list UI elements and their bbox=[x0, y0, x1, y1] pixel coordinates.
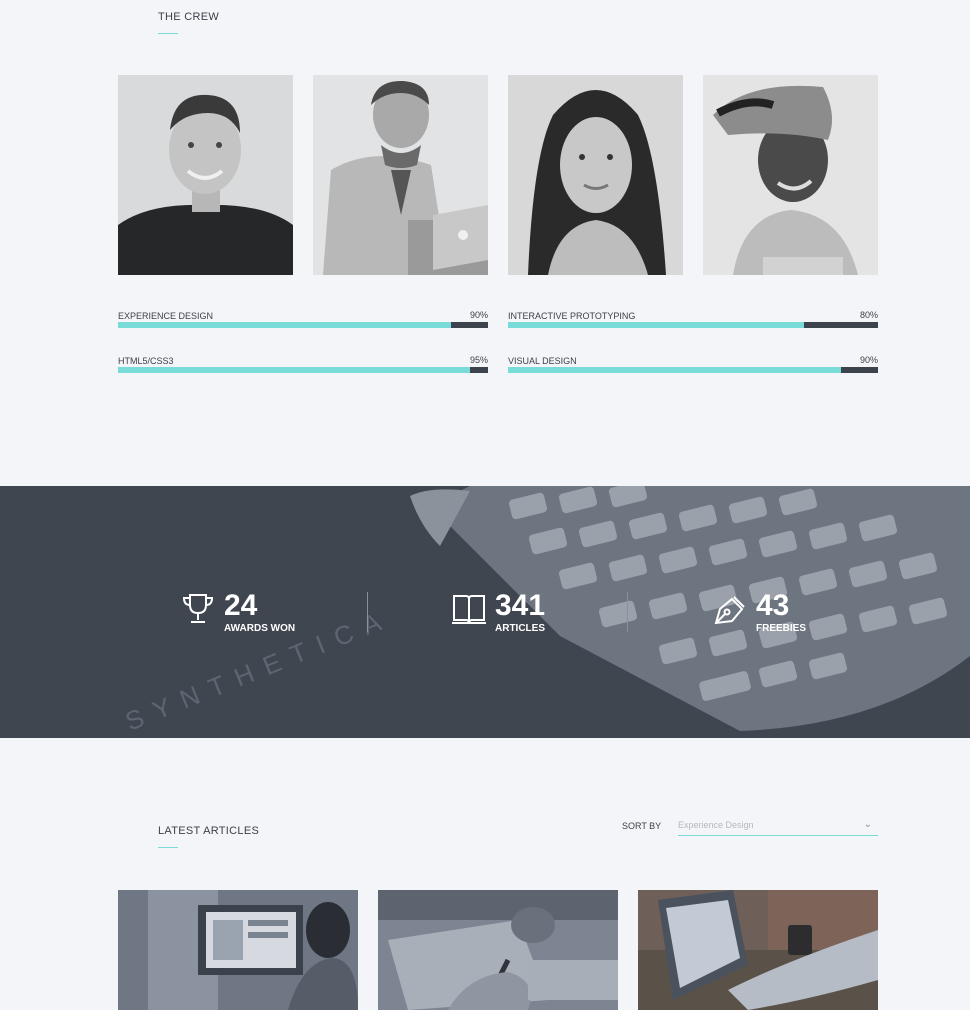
title-underline bbox=[158, 847, 178, 848]
skill-label: HTML5/CSS3 bbox=[118, 356, 174, 366]
book-icon bbox=[451, 593, 487, 632]
skill-visual-design: VISUAL DESIGN 90% bbox=[508, 355, 878, 376]
stats-band: SYNTHETICA 24 AWARDS WON 341 ARTICLES 43… bbox=[0, 486, 970, 738]
skill-progress-bar bbox=[118, 322, 488, 328]
skill-interactive-prototyping: INTERACTIVE PROTOTYPING 80% bbox=[508, 310, 878, 331]
trophy-icon bbox=[180, 593, 216, 630]
crew-photos bbox=[118, 75, 878, 275]
stat-number: 341 bbox=[495, 589, 546, 622]
skill-progress-fill bbox=[118, 322, 451, 328]
skill-percent: 90% bbox=[859, 355, 878, 365]
skill-progress-fill bbox=[508, 367, 841, 373]
article-card-1[interactable] bbox=[118, 890, 358, 1010]
stat-caption: ARTICLES bbox=[495, 623, 545, 634]
sort-by-label: SORT BY bbox=[622, 821, 662, 831]
article-card-3[interactable] bbox=[638, 890, 878, 1010]
pen-nib-icon bbox=[712, 593, 748, 632]
skill-progress-fill bbox=[118, 367, 470, 373]
stat-number: 43 bbox=[756, 589, 790, 622]
sort-select[interactable]: Experience Design ⌄ bbox=[678, 819, 878, 836]
skill-label: EXPERIENCE DESIGN bbox=[118, 311, 214, 321]
crew-photo-2[interactable] bbox=[313, 75, 488, 275]
stat-number: 24 bbox=[224, 589, 258, 622]
stat-divider bbox=[627, 592, 628, 632]
skill-progress-bar bbox=[118, 367, 488, 373]
sort-select-value: Experience Design bbox=[678, 820, 754, 830]
skill-percent: 80% bbox=[859, 310, 878, 320]
crew-title-text: THE CREW bbox=[158, 11, 220, 23]
skill-label: INTERACTIVE PROTOTYPING bbox=[508, 311, 636, 321]
articles-section-title: LATEST ARTICLES bbox=[158, 825, 260, 848]
skill-progress-fill bbox=[508, 322, 804, 328]
skill-progress-bar bbox=[508, 367, 878, 373]
title-underline bbox=[158, 33, 178, 34]
stat-divider bbox=[367, 592, 368, 632]
skill-progress-bar bbox=[508, 322, 878, 328]
crew-photo-4[interactable] bbox=[703, 75, 878, 275]
crew-photo-3[interactable] bbox=[508, 75, 683, 275]
skill-html5-css3: HTML5/CSS3 95% bbox=[118, 355, 488, 376]
skill-percent: 90% bbox=[469, 310, 488, 320]
chevron-down-icon: ⌄ bbox=[863, 819, 872, 830]
crew-section-title: THE CREW bbox=[158, 11, 220, 34]
articles-title-text: LATEST ARTICLES bbox=[158, 825, 260, 837]
stat-caption: AWARDS WON bbox=[224, 623, 296, 634]
skill-percent: 95% bbox=[469, 355, 488, 365]
stat-caption: FREEBIES bbox=[756, 623, 807, 634]
article-card-2[interactable] bbox=[378, 890, 618, 1010]
skill-label: VISUAL DESIGN bbox=[508, 356, 577, 366]
crew-photo-1[interactable] bbox=[118, 75, 293, 275]
skill-experience-design: EXPERIENCE DESIGN 90% bbox=[118, 310, 488, 331]
